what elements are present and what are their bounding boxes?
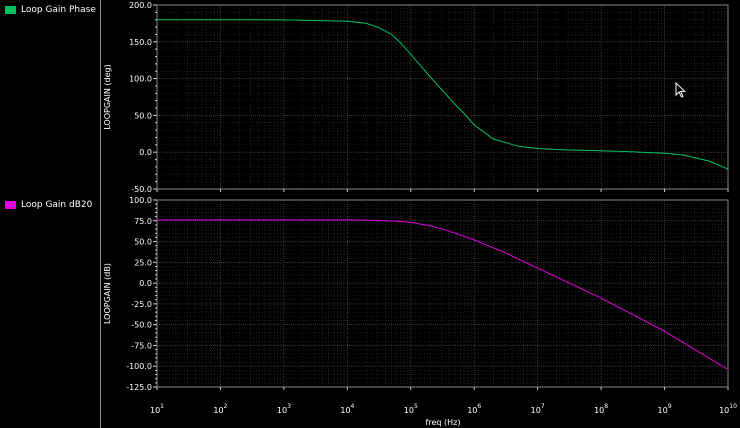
data-point	[219, 219, 222, 221]
data-point	[663, 152, 666, 154]
x-tick-label: 108	[594, 403, 608, 415]
y-tick-label: -75.0	[131, 341, 152, 350]
data-point	[708, 160, 710, 162]
data-point	[429, 225, 431, 227]
x-tick-label: 1010	[719, 403, 737, 415]
data-point	[346, 219, 348, 221]
y-tick-label: 50.0	[134, 238, 152, 247]
y-tick-label: 0.0	[139, 148, 152, 157]
data-point	[429, 75, 431, 77]
data-point	[473, 239, 475, 241]
x-tick-label: 103	[277, 403, 291, 415]
data-point	[473, 124, 475, 126]
data-point	[283, 19, 285, 21]
data-point	[219, 19, 222, 21]
data-point	[396, 220, 398, 222]
data-point	[600, 297, 602, 299]
x-tick-label: 104	[340, 403, 354, 415]
data-point	[400, 42, 402, 44]
data-point	[630, 151, 632, 153]
y-tick-label: -50.0	[131, 321, 152, 330]
mouse-cursor-icon	[675, 81, 687, 102]
data-point	[346, 20, 348, 22]
data-point	[156, 19, 158, 21]
data-point	[727, 368, 729, 371]
data-point	[537, 267, 539, 269]
y-tick-label: -100.0	[126, 362, 152, 371]
data-point	[377, 219, 379, 221]
data-point	[683, 154, 685, 156]
y-tick-label: -25.0	[131, 300, 152, 309]
data-point	[391, 33, 393, 36]
y-tick-label: 150.0	[129, 38, 152, 47]
data-point	[410, 53, 412, 55]
x-tick-label: 109	[658, 403, 672, 415]
y-tick-label: 100.0	[129, 196, 152, 205]
y-tick-label: -125.0	[126, 383, 152, 392]
data-point	[503, 251, 506, 253]
y-tick-label: 0.0	[139, 279, 152, 288]
y-tick-label: 100.0	[129, 75, 152, 84]
plot-area[interactable]: 200.0 150.0 100.0 50.0 0.0 -50.0 LOOPGAIN (deg…	[0, 0, 740, 428]
plot-frame-1	[156, 199, 729, 388]
data-point	[377, 26, 379, 28]
x-axis-title: freq (Hz)	[426, 418, 461, 427]
y-tick-label: 200.0	[129, 1, 152, 10]
data-point	[663, 330, 666, 332]
y-tick-label: 25.0	[134, 258, 152, 267]
data-point	[440, 228, 442, 230]
y-axis-title: LOOPGAIN (deg)	[103, 64, 112, 129]
data-point	[600, 150, 602, 152]
data-point	[440, 88, 442, 90]
data-point	[454, 232, 456, 234]
data-point	[283, 219, 285, 221]
y-tick-label: 50.0	[134, 111, 152, 120]
data-point	[454, 103, 456, 105]
y-tick-label: -50.0	[131, 185, 152, 194]
data-point	[463, 113, 465, 115]
data-point	[410, 221, 412, 224]
x-tick-label: 106	[467, 403, 481, 415]
data-point	[537, 147, 539, 150]
data-point	[492, 138, 494, 140]
data-point	[727, 168, 729, 170]
x-tick-label: 102	[213, 403, 227, 415]
plot-frame-0	[156, 4, 729, 190]
data-point	[517, 145, 520, 147]
x-tick-label: 105	[404, 403, 418, 415]
data-point	[156, 219, 158, 221]
y-tick-label: 75.0	[134, 217, 152, 226]
y-axis-title: LOOPGAIN (dB)	[103, 263, 112, 324]
x-tick-label: 107	[531, 403, 545, 415]
x-tick-label: 101	[150, 403, 164, 415]
data-point	[365, 22, 368, 24]
data-point	[567, 149, 569, 151]
